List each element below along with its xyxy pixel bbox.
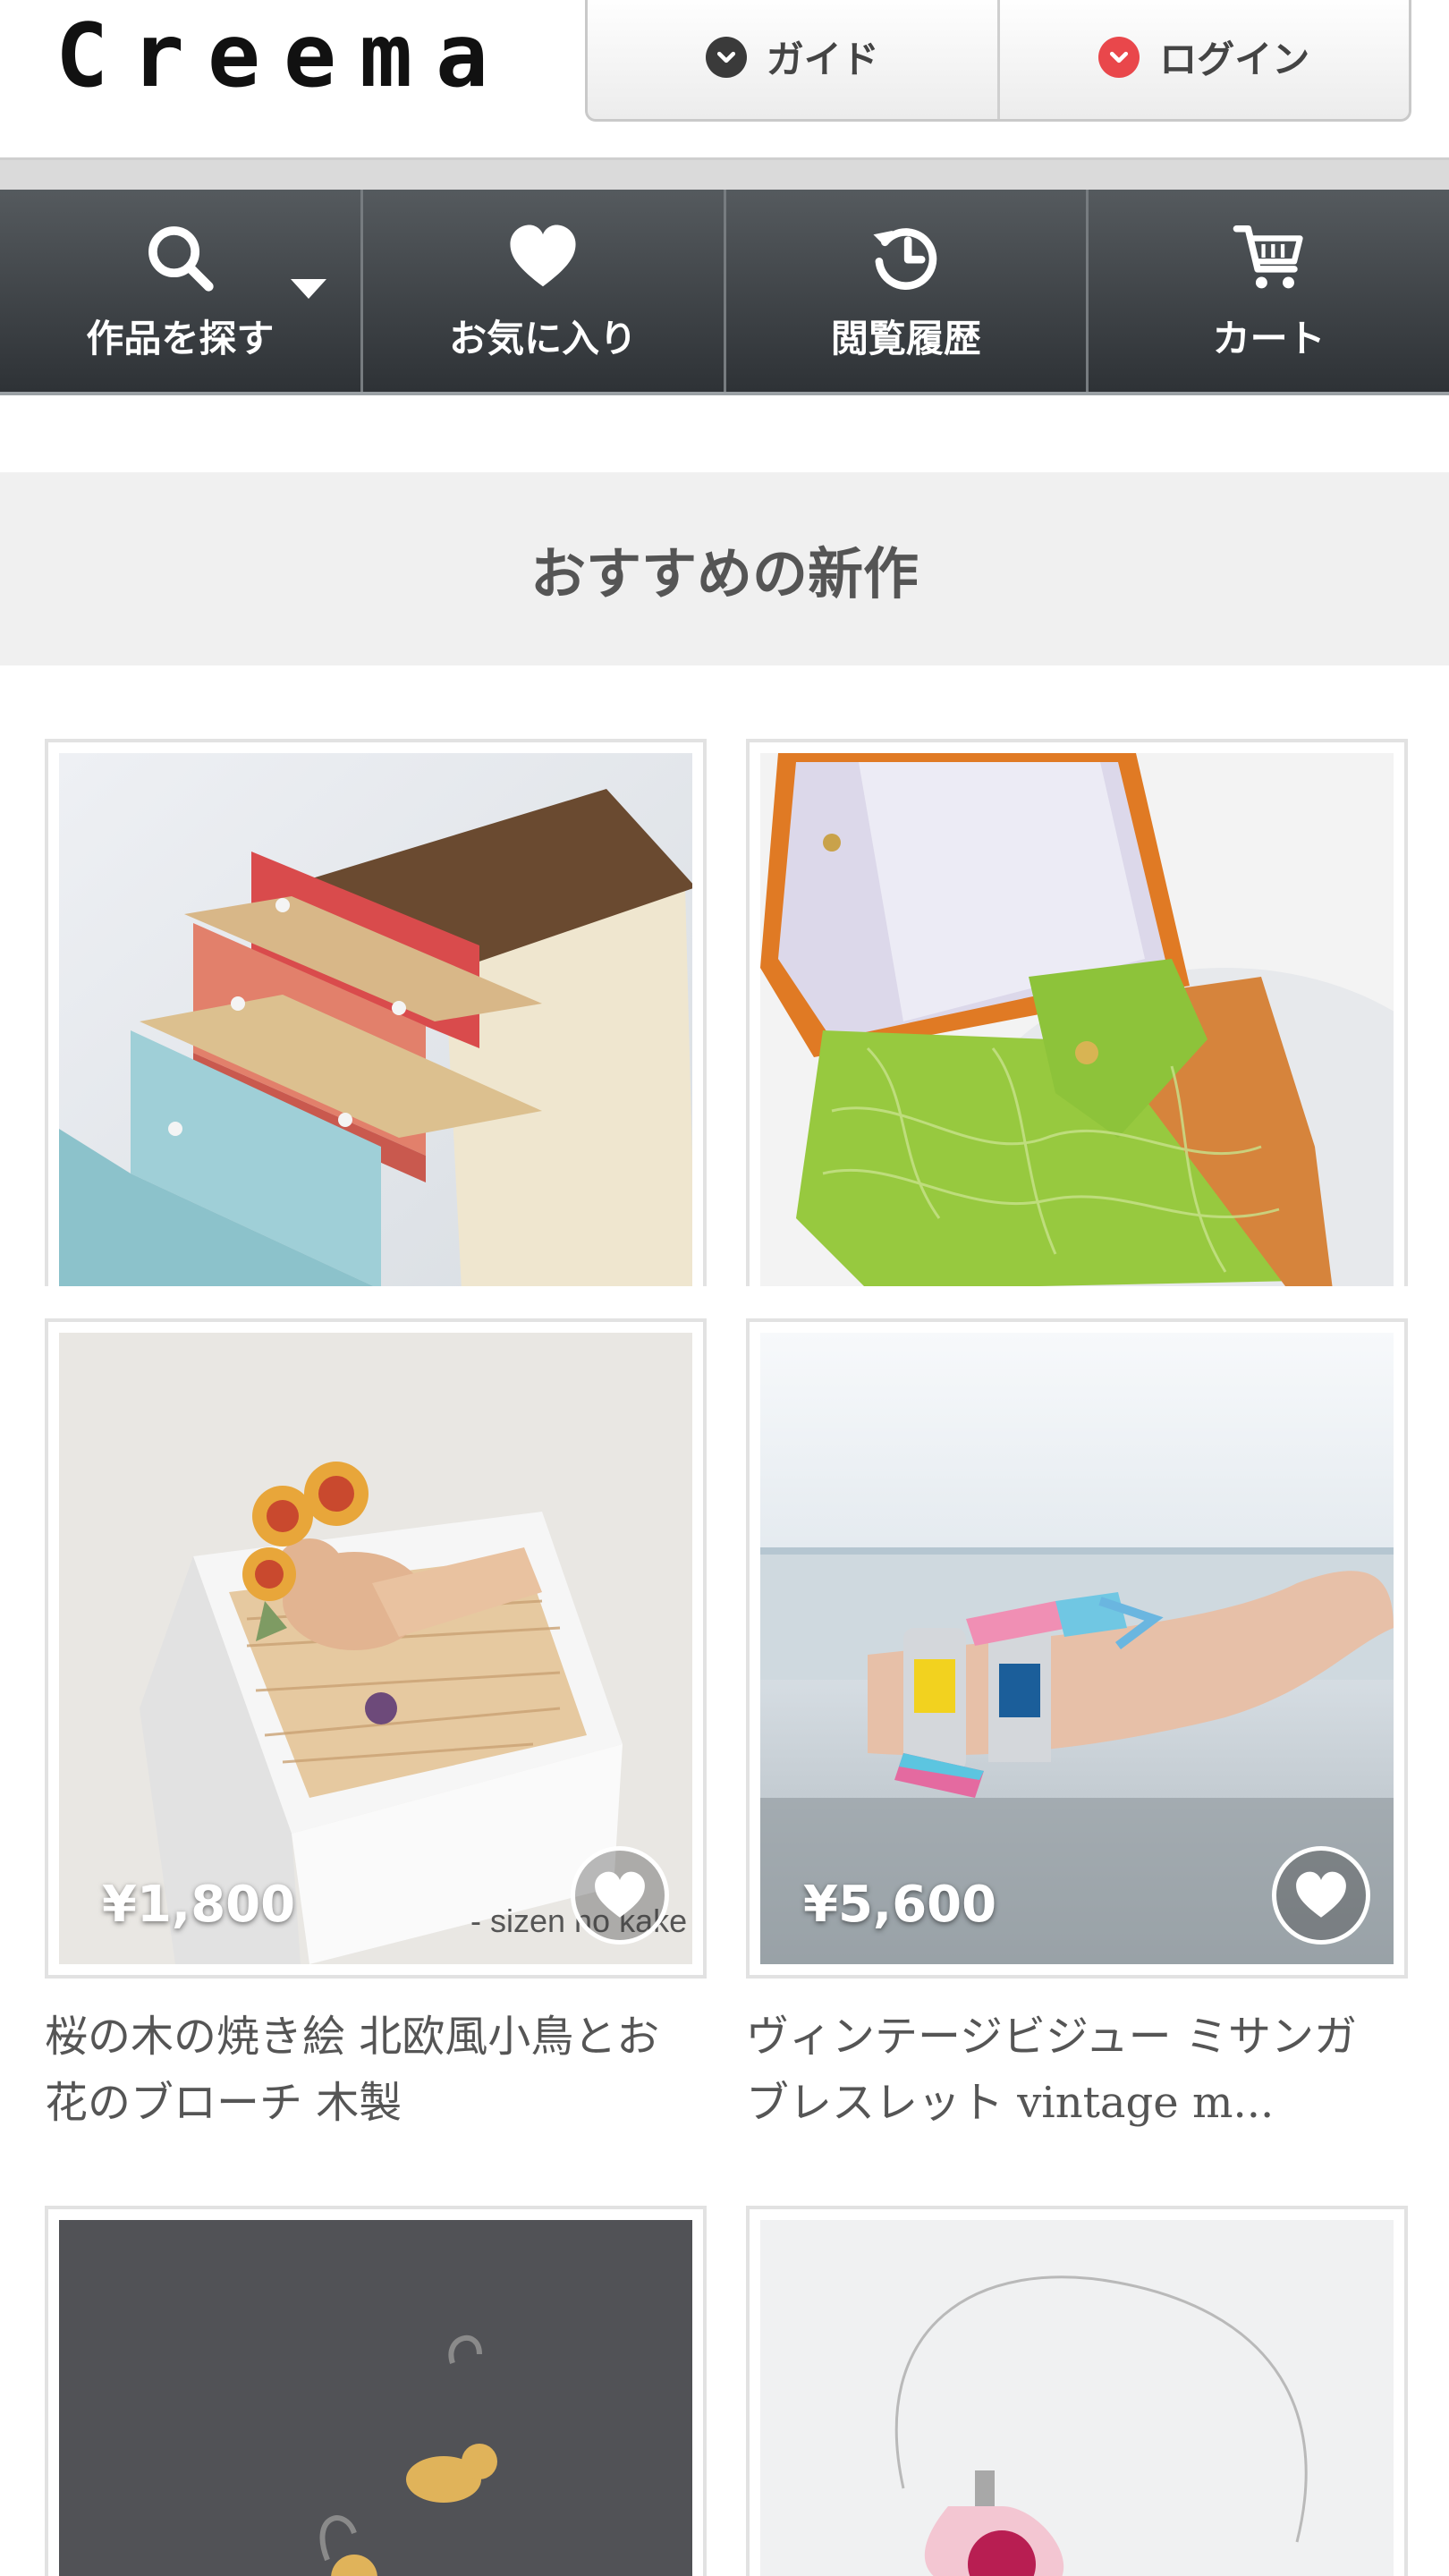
main-nav: 作品を探す お気に入り 閲覧履歴 カート	[0, 190, 1449, 395]
nav-item-history[interactable]: 閲覧履歴	[723, 190, 1087, 392]
heart-icon	[595, 1871, 645, 1918]
product-image: ¥5,600	[760, 1333, 1394, 1964]
product-image	[760, 753, 1394, 1286]
nav-item-search[interactable]: 作品を探す	[0, 190, 360, 392]
product-price: ¥5,600	[803, 1876, 997, 1934]
product-title[interactable]: 桜の木の焼き絵 北欧風小鳥とお 花のブローチ 木製	[45, 2004, 724, 2136]
nav-item-label: 閲覧履歴	[830, 316, 981, 360]
creema-logo[interactable]: Creema	[55, 7, 512, 106]
product-price: ¥1,800	[102, 1876, 296, 1934]
favorite-button[interactable]	[1272, 1846, 1370, 1945]
section-title: おすすめの新作	[0, 472, 1449, 665]
product-image	[760, 2220, 1394, 2576]
nav-item-cart[interactable]: カート	[1086, 190, 1449, 392]
product-card[interactable]	[45, 2206, 707, 2576]
search-icon	[148, 225, 214, 292]
heart-icon	[510, 224, 576, 286]
login-button[interactable]: ログイン	[996, 0, 1410, 119]
guide-button[interactable]: ガイド	[588, 0, 997, 119]
product-card[interactable]: ¥5,600	[746, 1318, 1408, 1979]
product-title-line: 花のブローチ 木製	[45, 2078, 402, 2128]
cart-icon	[1233, 225, 1303, 288]
product-card[interactable]	[45, 739, 707, 1286]
header-buttons: ガイド ログイン	[585, 0, 1411, 122]
product-title-line: ブレスレット vintage m...	[746, 2078, 1275, 2128]
header-divider	[0, 157, 1449, 191]
history-icon	[873, 227, 937, 290]
product-card[interactable]: - sizen no kake ¥1,800	[45, 1318, 707, 1979]
header: Creema ガイド ログイン	[0, 0, 1449, 161]
heart-icon	[1296, 1871, 1346, 1918]
nav-item-label: カート	[1212, 316, 1326, 360]
nav-item-label: お気に入り	[449, 316, 638, 360]
login-label: ログイン	[1159, 38, 1310, 81]
chevron-down-icon	[705, 36, 747, 78]
product-title-line: ヴィンテージビジュー ミサンガ	[746, 2012, 1357, 2062]
caret-down-icon	[290, 279, 326, 299]
product-title[interactable]: ヴィンテージビジュー ミサンガ ブレスレット vintage m...	[746, 2004, 1426, 2136]
product-title-line: 桜の木の焼き絵 北欧風小鳥とお	[45, 2012, 660, 2062]
product-card[interactable]	[746, 2206, 1408, 2576]
favorite-button[interactable]	[571, 1846, 669, 1945]
guide-label: ガイド	[766, 38, 879, 81]
product-image	[59, 2220, 692, 2576]
product-card[interactable]	[746, 739, 1408, 1286]
chevron-down-icon	[1098, 36, 1140, 78]
nav-item-label: 作品を探す	[86, 316, 275, 360]
nav-item-favorites[interactable]: お気に入り	[360, 190, 724, 392]
product-image: - sizen no kake ¥1,800	[59, 1333, 692, 1964]
product-image	[59, 753, 692, 1286]
